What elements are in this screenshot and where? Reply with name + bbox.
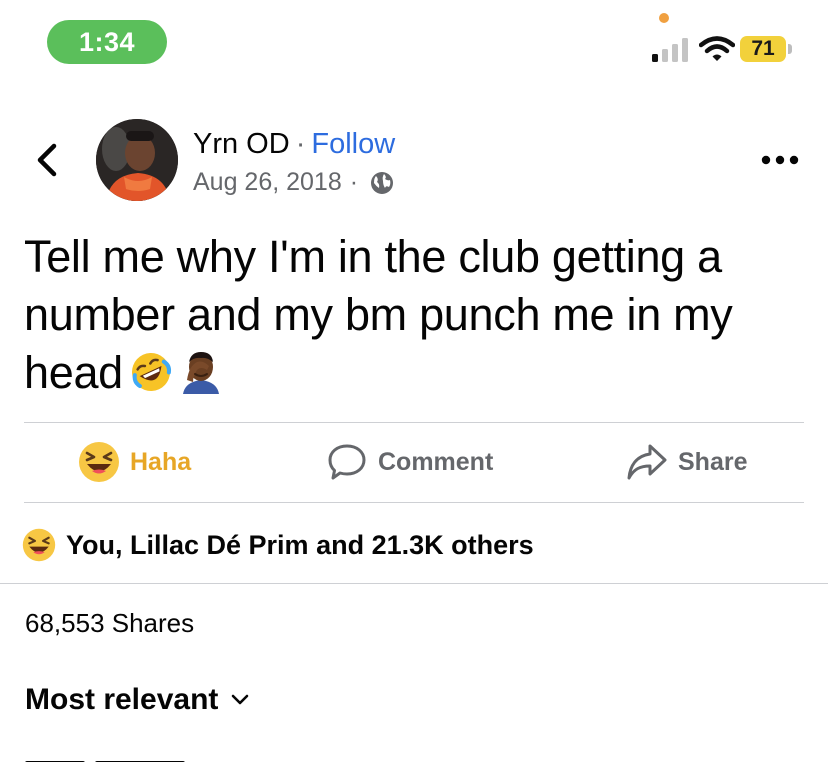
shares-count[interactable]: 68,553 Shares — [25, 608, 194, 639]
rolling-on-floor-laughing-emoji — [131, 353, 171, 391]
next-comment-cutoff — [25, 752, 195, 762]
wifi-icon — [699, 36, 735, 61]
divider-top — [24, 422, 804, 423]
facepalm-emoji — [182, 352, 219, 394]
comment-sort-label: Most relevant — [25, 683, 219, 716]
avatar-photo — [96, 119, 178, 201]
haha-button[interactable]: Haha — [78, 440, 191, 484]
share-label: Share — [678, 447, 748, 476]
battery-level: 71 — [740, 36, 786, 62]
chevron-down-icon — [232, 694, 249, 705]
comment-sort-dropdown[interactable]: Most relevant — [25, 683, 250, 717]
haha-reaction-icon — [79, 442, 119, 482]
follow-button[interactable]: Follow — [311, 128, 395, 160]
meta-separator: · — [349, 168, 359, 196]
haha-label: Haha — [130, 447, 192, 476]
status-time: 1:34 — [47, 20, 167, 64]
post-meta: Aug 26, 2018 · — [193, 168, 394, 197]
comment-label: Comment — [378, 447, 494, 476]
divider-full — [0, 583, 828, 584]
divider-actions-bottom — [24, 502, 804, 503]
more-options-icon[interactable] — [760, 150, 800, 170]
reactions-summary-text: You, Lillac Dé Prim and 21.3K others — [66, 529, 534, 560]
author-separator: · — [295, 128, 306, 160]
battery-tip — [788, 44, 792, 54]
battery-icon: 71 — [740, 36, 792, 62]
comment-icon — [328, 444, 366, 480]
post-date[interactable]: Aug 26, 2018 — [193, 168, 342, 197]
reactions-summary[interactable]: You, Lillac Dé Prim and 21.3K others — [22, 525, 534, 565]
cellular-signal-icon — [652, 38, 688, 62]
globe-icon — [371, 171, 394, 194]
share-icon — [627, 444, 667, 480]
author-name[interactable]: Yrn OD — [193, 128, 290, 160]
author-row: Yrn OD · Follow — [193, 128, 395, 161]
haha-reaction-icon — [22, 528, 56, 562]
comment-button[interactable]: Comment — [326, 440, 493, 484]
post-text: Tell me why I'm in the club getting a nu… — [24, 228, 804, 402]
back-button[interactable] — [30, 140, 64, 180]
mic-indicator-dot — [659, 13, 669, 23]
author-avatar[interactable] — [96, 119, 178, 201]
share-button[interactable]: Share — [626, 440, 747, 484]
